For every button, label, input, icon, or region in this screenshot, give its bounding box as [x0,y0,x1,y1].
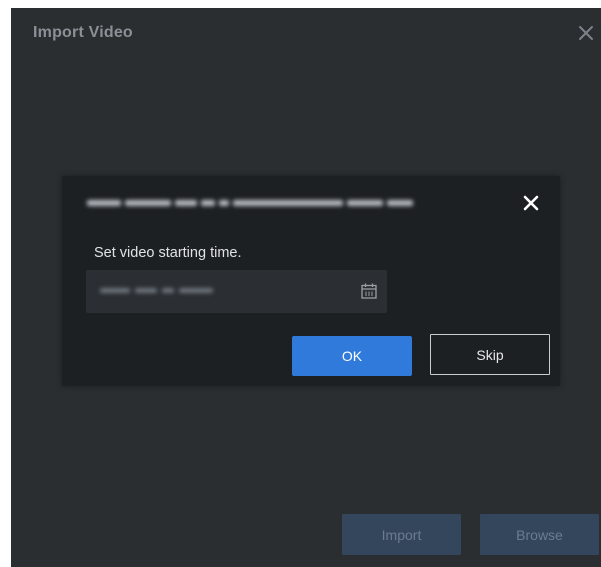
start-time-value [100,288,250,296]
skip-button[interactable]: Skip [430,334,550,375]
calendar-icon[interactable] [359,281,379,301]
dialog-close-icon[interactable] [520,192,542,214]
start-time-input[interactable] [86,270,387,313]
dialog-file-name [87,196,457,210]
browse-button[interactable]: Browse [480,514,599,555]
close-icon[interactable] [575,22,597,44]
set-start-time-dialog: Set video starting time. OK Skip [62,176,560,386]
import-button[interactable]: Import [342,514,461,555]
window-title: Import Video [33,24,133,41]
start-time-prompt: Set video starting time. [94,245,242,261]
ok-button[interactable]: OK [292,336,412,376]
